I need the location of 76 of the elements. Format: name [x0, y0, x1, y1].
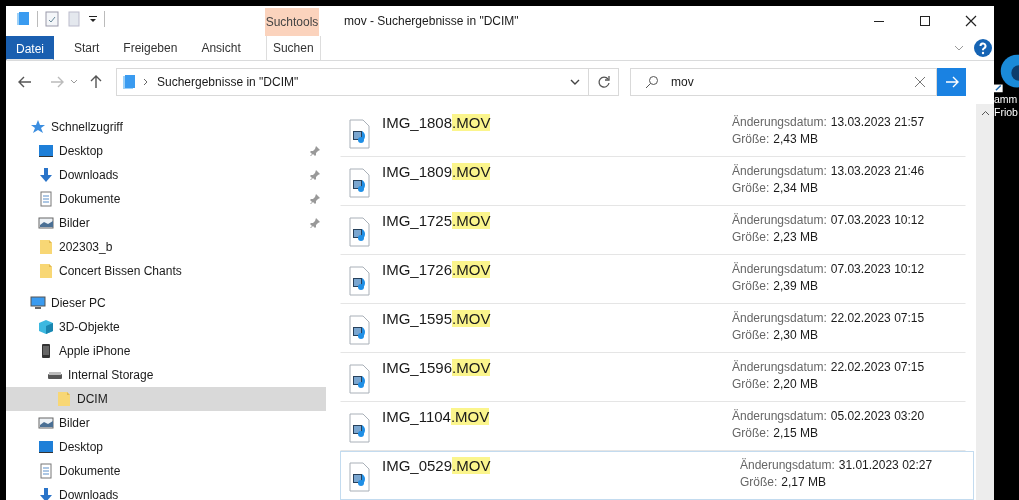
size-label: Größe: [740, 475, 778, 489]
date-value: 05.02.2023 03:20 [830, 409, 925, 423]
date-value: 13.03.2023 21:46 [830, 164, 925, 178]
window-title: mov - Suchergebnisse in "DCIM" [344, 13, 519, 30]
date-label: Änderungsdatum: [740, 458, 835, 472]
date-label: Änderungsdatum: [732, 409, 827, 423]
size-value: 2,34 MB [773, 181, 819, 195]
date-label: Änderungsdatum: [732, 360, 827, 374]
file-name: IMG_1104.MOV [382, 408, 490, 425]
breadcrumb[interactable]: Suchergebnisse in "DCIM" [157, 75, 299, 89]
file-name: IMG_1809.MOV [382, 163, 491, 180]
size-label: Größe: [732, 132, 770, 146]
size-label: Größe: [732, 181, 770, 195]
size-value: 2,15 MB [773, 426, 819, 440]
ribbon-tab[interactable]: Ansicht [189, 36, 253, 60]
ribbon-tab[interactable]: Suchen [265, 36, 321, 60]
file-name: IMG_0529.MOV [382, 457, 491, 474]
date-value: 31.01.2023 02:27 [838, 458, 933, 472]
size-label: Größe: [732, 426, 770, 440]
date-value: 22.02.2023 07:15 [830, 311, 925, 325]
date-value: 07.03.2023 10:12 [830, 262, 925, 276]
nav-item[interactable]: Dokumente [6, 459, 326, 483]
desktop-icon-label: amm [994, 93, 1019, 106]
size-value: 2,23 MB [773, 230, 819, 244]
file-name: IMG_1595.MOV [382, 310, 491, 327]
file-row[interactable]: IMG_1596.MOV Änderungsdatum: 22.02.2023 07:15 Größe: 2,20 MB [340, 353, 966, 402]
nav-item[interactable]: Desktop [6, 435, 326, 459]
nav-item[interactable]: Apple iPhone [6, 339, 326, 363]
file-name: IMG_1596.MOV [382, 359, 491, 376]
date-value: 13.03.2023 21:57 [830, 115, 925, 129]
size-label: Größe: [732, 230, 770, 244]
date-value: 07.03.2023 10:12 [830, 213, 925, 227]
size-label: Größe: [732, 328, 770, 342]
search-field[interactable]: mov [630, 68, 937, 96]
nav-item[interactable]: 202303_b [6, 235, 326, 259]
nav-item[interactable]: DCIM [6, 387, 326, 411]
date-label: Änderungsdatum: [732, 164, 827, 178]
size-value: 2,43 MB [773, 132, 819, 146]
nav-item[interactable]: Bilder [6, 211, 326, 235]
file-name: IMG_1808.MOV [382, 114, 491, 131]
size-value: 2,30 MB [773, 328, 819, 342]
nav-item[interactable]: Desktop [6, 139, 326, 163]
nav-item[interactable]: 3D-Objekte [6, 315, 326, 339]
nav-item[interactable]: Bilder [6, 411, 326, 435]
nav-item[interactable]: Dokumente [6, 187, 326, 211]
date-label: Änderungsdatum: [732, 213, 827, 227]
file-row[interactable]: IMG_1725.MOV Änderungsdatum: 07.03.2023 10:12 Größe: 2,23 MB [340, 206, 966, 255]
file-row[interactable]: IMG_1104.MOV Änderungsdatum: 05.02.2023 03:20 Größe: 2,15 MB [340, 402, 966, 451]
nav-item[interactable]: Internal Storage [6, 363, 326, 387]
file-name: IMG_1725.MOV [382, 212, 491, 229]
nav-item[interactable]: Concert Bissen Chants [6, 259, 326, 283]
file-row[interactable]: IMG_1595.MOV Änderungsdatum: 22.02.2023 07:15 Größe: 2,30 MB [340, 304, 966, 353]
size-label: Größe: [732, 279, 770, 293]
date-value: 22.02.2023 07:15 [830, 360, 925, 374]
context-tab-label: Suchtools [265, 8, 319, 36]
nav-item[interactable]: Downloads [6, 163, 326, 187]
date-label: Änderungsdatum: [732, 262, 827, 276]
date-label: Änderungsdatum: [732, 115, 827, 129]
ribbon-tab[interactable]: Datei [6, 36, 54, 60]
date-label: Änderungsdatum: [732, 311, 827, 325]
file-row[interactable]: IMG_1726.MOV Änderungsdatum: 07.03.2023 10:12 Größe: 2,39 MB [340, 255, 966, 304]
ribbon-tab[interactable]: Freigeben [111, 36, 190, 60]
desktop-icon-label: Friob [994, 106, 1019, 119]
file-row[interactable]: IMG_0529.MOV Änderungsdatum: 31.01.2023 02:27 Größe: 2,17 MB [340, 451, 974, 500]
nav-item[interactable]: Schnellzugriff [6, 115, 326, 139]
nav-item[interactable]: Downloads [6, 483, 326, 500]
file-name: IMG_1726.MOV [382, 261, 491, 278]
size-label: Größe: [732, 377, 770, 391]
address-bar[interactable]: Suchergebnisse in "DCIM" [116, 68, 589, 96]
size-value: 2,20 MB [773, 377, 819, 391]
file-row[interactable]: IMG_1808.MOV Änderungsdatum: 13.03.2023 21:57 Größe: 2,43 MB [340, 108, 966, 157]
file-row[interactable]: IMG_1809.MOV Änderungsdatum: 13.03.2023 21:46 Größe: 2,34 MB [340, 157, 966, 206]
size-value: 2,17 MB [781, 475, 827, 489]
size-value: 2,39 MB [773, 279, 819, 293]
nav-item[interactable]: Dieser PC [6, 291, 326, 315]
ribbon-tab[interactable]: Start [62, 36, 112, 60]
